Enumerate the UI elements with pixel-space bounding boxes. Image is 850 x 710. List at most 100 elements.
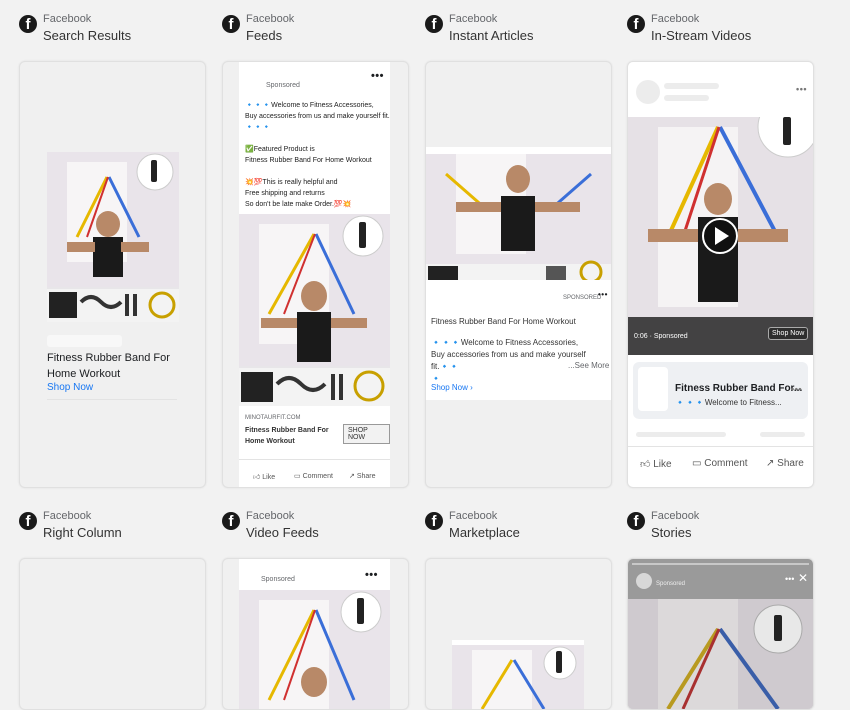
facebook-icon: f — [19, 512, 37, 530]
platform-label: Facebook — [449, 510, 498, 522]
product-photo — [239, 590, 390, 709]
platform-label: Facebook — [651, 510, 700, 522]
facebook-icon: f — [222, 512, 240, 530]
share-button[interactable]: ↗ Share — [349, 472, 376, 480]
shop-now-label: Shop Now — [431, 383, 468, 392]
video-player[interactable]: 0:06 · Sponsored Shop Now — [628, 117, 813, 355]
more-options-icon[interactable]: ••• — [791, 384, 802, 394]
share-icon: ↗ — [349, 473, 357, 480]
product-image — [239, 590, 390, 709]
text-line: Fitness Rubber Band For Home Workout — [245, 157, 372, 164]
text-line: 🔹🔹🔹Welcome to Fitness Accessories, — [431, 338, 579, 347]
sponsored-label: Sponsored — [656, 581, 686, 587]
sponsored-label: Sponsored — [261, 576, 295, 583]
more-options-icon[interactable]: ••• — [365, 569, 378, 581]
like-button[interactable]: 👍︎ Like — [640, 458, 672, 470]
product-photo — [239, 214, 390, 406]
avatar — [636, 80, 660, 104]
shop-now-button[interactable]: SHOP NOW — [343, 424, 390, 444]
comment-button[interactable]: ▭ Comment — [294, 472, 333, 480]
comment-icon: ▭ — [294, 473, 303, 480]
avatar — [636, 573, 652, 589]
share-label: Share — [777, 458, 804, 469]
preview-instant-articles[interactable]: SPONSORED ••• Fitness Rubber Band For Ho… — [425, 61, 612, 488]
facebook-icon: f — [19, 15, 37, 33]
sponsored-label: SPONSORED — [563, 295, 602, 301]
ad-description: 🔹🔹🔹Welcome to Fitness... — [675, 398, 782, 407]
product-image — [628, 599, 813, 709]
platform-label: Facebook — [651, 13, 700, 25]
placement-title: Search Results — [43, 28, 132, 43]
like-icon: 👍︎ — [253, 474, 263, 481]
share-button[interactable]: ↗ Share — [766, 458, 804, 469]
more-options-icon[interactable]: ••• — [785, 574, 794, 584]
product-photo — [628, 599, 813, 709]
facebook-icon: f — [222, 15, 240, 33]
text-line — [245, 166, 390, 177]
preview-search-results[interactable]: Fitness Rubber Band For Home Workout Sho… — [19, 61, 206, 488]
facebook-icon: f — [627, 512, 645, 530]
more-options-icon[interactable]: ••• — [598, 290, 608, 299]
headline-line: Home Workout — [47, 368, 121, 380]
placement-title: Right Column — [43, 525, 122, 540]
comment-icon: ▭ — [692, 458, 705, 469]
video-time-label: 0:06 · Sponsored — [634, 333, 688, 340]
thumbnail-placeholder — [638, 367, 668, 411]
placement-title: Marketplace — [449, 525, 520, 540]
timestamp-placeholder — [664, 95, 709, 101]
page-name-placeholder — [664, 83, 719, 89]
text-line: So don't be late make Order.💯💥 — [245, 201, 352, 208]
domain-label: MINOTAURFIT.COM — [245, 415, 301, 421]
ad-headline: Fitness Rubber Band For Home Workout — [47, 350, 177, 382]
more-options-icon[interactable]: ••• — [371, 70, 384, 82]
platform-label: Facebook — [449, 13, 498, 25]
preview-right-column[interactable] — [19, 558, 206, 710]
like-label: Like — [262, 474, 276, 481]
video-ad-card[interactable]: Fitness Rubber Band For... 🔹🔹🔹Welcome to… — [633, 362, 808, 419]
product-image — [452, 645, 584, 709]
facebook-icon: f — [627, 15, 645, 33]
story-progress-bar — [632, 563, 809, 565]
preview-feeds[interactable]: Sponsored ••• 🔹🔹🔹Welcome to Fitness Acce… — [222, 61, 409, 488]
video-shop-now-button[interactable]: Shop Now — [768, 327, 809, 340]
more-options-icon[interactable]: ••• — [796, 84, 807, 94]
divider — [628, 446, 813, 447]
platform-label: Facebook — [43, 510, 92, 522]
facebook-icon: f — [425, 512, 443, 530]
placement-title: Stories — [651, 525, 692, 540]
shop-now-link[interactable]: Shop Now › — [431, 383, 473, 392]
stats-placeholder — [636, 432, 726, 437]
share-label: Share — [356, 473, 376, 480]
platform-label: Facebook — [246, 13, 295, 25]
text-line: ✅Featured Product is — [245, 146, 315, 153]
divider — [239, 459, 390, 460]
page-name-placeholder — [47, 335, 122, 347]
product-photo — [47, 152, 179, 322]
text-line: Buy accessories from us and make yoursel… — [245, 113, 390, 120]
shop-now-link[interactable]: Shop Now — [47, 382, 93, 393]
preview-marketplace[interactable] — [425, 558, 612, 710]
placement-title: Video Feeds — [246, 525, 319, 540]
feed-post: Sponsored ••• 🔹🔹🔹Welcome to Fitness Acce… — [239, 62, 390, 487]
share-icon: ↗ — [766, 458, 778, 469]
ad-headline: Fitness Rubber Band For Home Workout — [431, 317, 576, 326]
facebook-icon: f — [425, 15, 443, 33]
like-label: Like — [653, 459, 672, 470]
comment-button[interactable]: ▭ Comment — [692, 458, 748, 469]
preview-video-feeds[interactable]: Sponsored ••• — [222, 558, 409, 710]
placement-title: Feeds — [246, 28, 283, 43]
preview-stories[interactable]: Sponsored ••• ✕ — [627, 558, 814, 710]
video-feed-post: Sponsored ••• — [239, 559, 390, 709]
product-photo — [452, 645, 584, 709]
stats-placeholder — [760, 432, 805, 437]
close-icon[interactable]: ✕ — [798, 571, 808, 585]
like-button[interactable]: 👍︎ Like — [253, 472, 275, 481]
chevron-right-icon: › — [467, 383, 473, 392]
comment-label: Comment — [704, 458, 748, 469]
like-icon: 👍︎ — [640, 459, 654, 470]
video-frame — [628, 117, 813, 355]
preview-in-stream-videos[interactable]: ••• 0:06 · Sponsored Shop Now Fitness Ru… — [627, 61, 814, 488]
divider — [47, 399, 177, 400]
see-more-link[interactable]: ...See More — [568, 361, 609, 370]
headline-line: Fitness Rubber Band For — [47, 352, 170, 364]
